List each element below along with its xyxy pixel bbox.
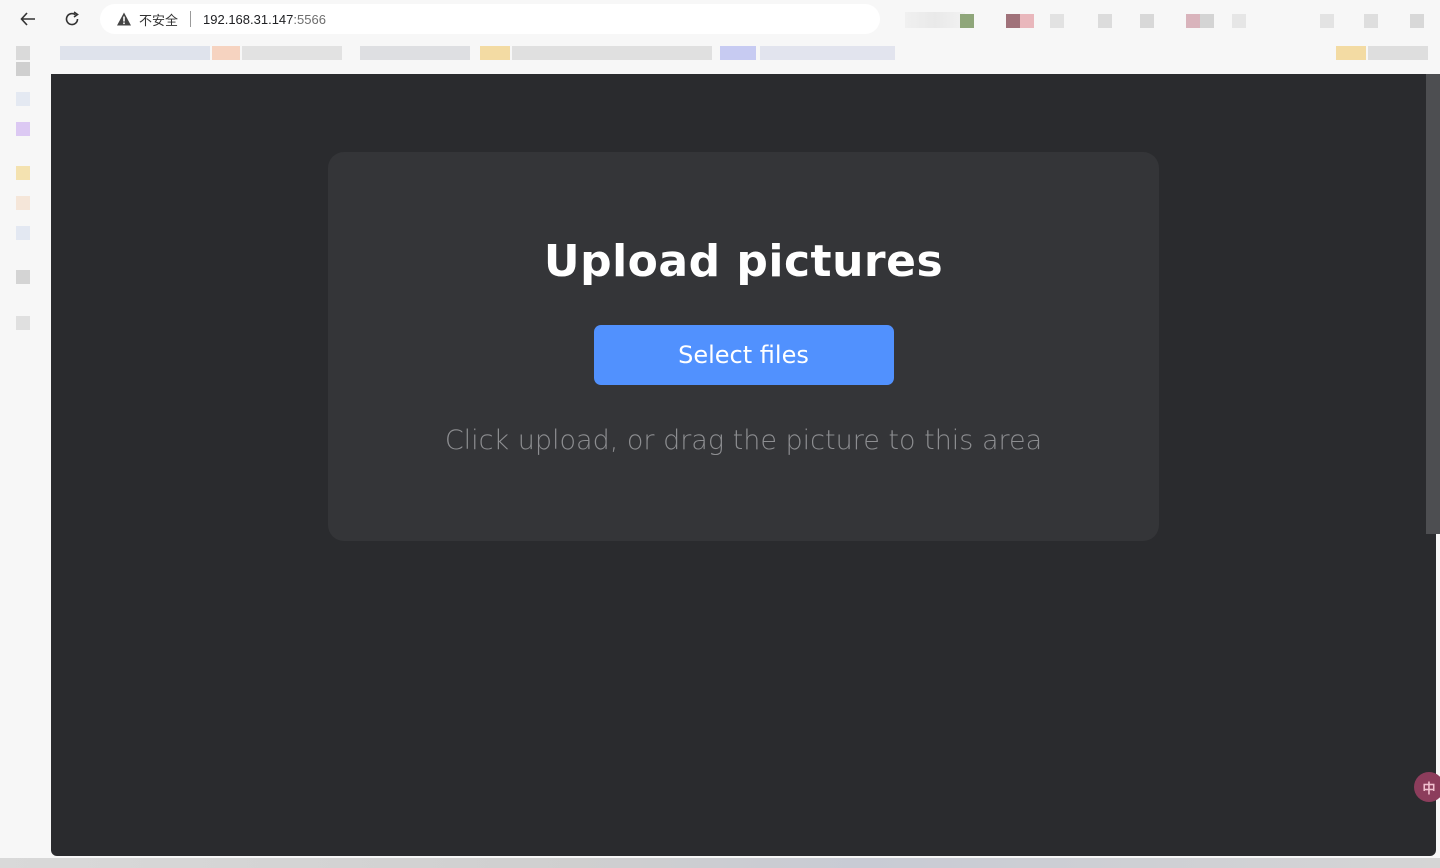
url-port[interactable]: :5566 <box>293 12 326 27</box>
page-viewport: Upload pictures Select files Click uploa… <box>51 74 1436 856</box>
sidebar-icon[interactable] <box>16 316 30 330</box>
extension-icon[interactable] <box>1020 14 1034 28</box>
url-host[interactable]: 192.168.31.147 <box>203 12 293 27</box>
browser-sidebar <box>0 38 48 868</box>
sidebar-icon[interactable] <box>16 122 30 136</box>
extension-icon[interactable] <box>1098 14 1112 28</box>
bookmark-item[interactable] <box>760 46 895 60</box>
reload-icon <box>65 11 79 26</box>
extension-icon[interactable] <box>1050 14 1064 28</box>
bookmark-item[interactable] <box>60 46 210 60</box>
address-divider <box>190 11 192 27</box>
bookmark-item[interactable] <box>212 46 240 60</box>
bookmark-item[interactable] <box>242 46 342 60</box>
sidebar-icon[interactable] <box>16 62 30 76</box>
browser-toolbar: 不安全 192.168.31.147:5566 <box>0 0 1440 38</box>
sidebar-icon[interactable] <box>16 270 30 284</box>
extension-icon[interactable] <box>1200 14 1214 28</box>
bookmark-item[interactable] <box>1368 46 1428 60</box>
address-bar[interactable]: 不安全 192.168.31.147:5566 <box>100 4 880 34</box>
sidebar-icon[interactable] <box>16 92 30 106</box>
sidebar-icon[interactable] <box>16 226 30 240</box>
extension-icon[interactable] <box>1320 14 1334 28</box>
upload-title: Upload pictures <box>543 236 944 287</box>
reload-button[interactable] <box>57 4 87 34</box>
blurred-extension-area <box>905 12 965 28</box>
taskbar-edge <box>0 858 1440 868</box>
bookmarks-bar <box>0 38 1440 68</box>
extension-icon[interactable] <box>1232 14 1246 28</box>
extension-icon[interactable] <box>1410 14 1424 28</box>
bookmark-item[interactable] <box>480 46 510 60</box>
upload-dropzone[interactable]: Upload pictures Select files Click uploa… <box>328 152 1159 541</box>
sidebar-icon[interactable] <box>16 196 30 210</box>
extension-icon[interactable] <box>1186 14 1200 28</box>
upload-hint: Click upload, or drag the picture to thi… <box>444 425 1043 456</box>
bookmark-item[interactable] <box>720 46 756 60</box>
security-label[interactable]: 不安全 <box>139 10 178 29</box>
bookmark-item[interactable] <box>1336 46 1366 60</box>
scrollbar-edge[interactable] <box>1426 74 1440 534</box>
extension-icon[interactable] <box>1364 14 1378 28</box>
bookmark-item[interactable] <box>512 46 712 60</box>
extension-icon[interactable] <box>1140 14 1154 28</box>
arrow-left-icon <box>20 12 35 26</box>
warning-triangle-icon[interactable] <box>116 11 132 27</box>
bookmark-item[interactable] <box>360 46 470 60</box>
back-button[interactable] <box>13 4 43 34</box>
ime-badge-icon[interactable]: 中 <box>1414 772 1440 802</box>
sidebar-icon[interactable] <box>16 46 30 60</box>
sidebar-icon[interactable] <box>16 166 30 180</box>
select-files-button[interactable]: Select files <box>593 325 894 385</box>
extension-icon[interactable] <box>960 14 974 28</box>
